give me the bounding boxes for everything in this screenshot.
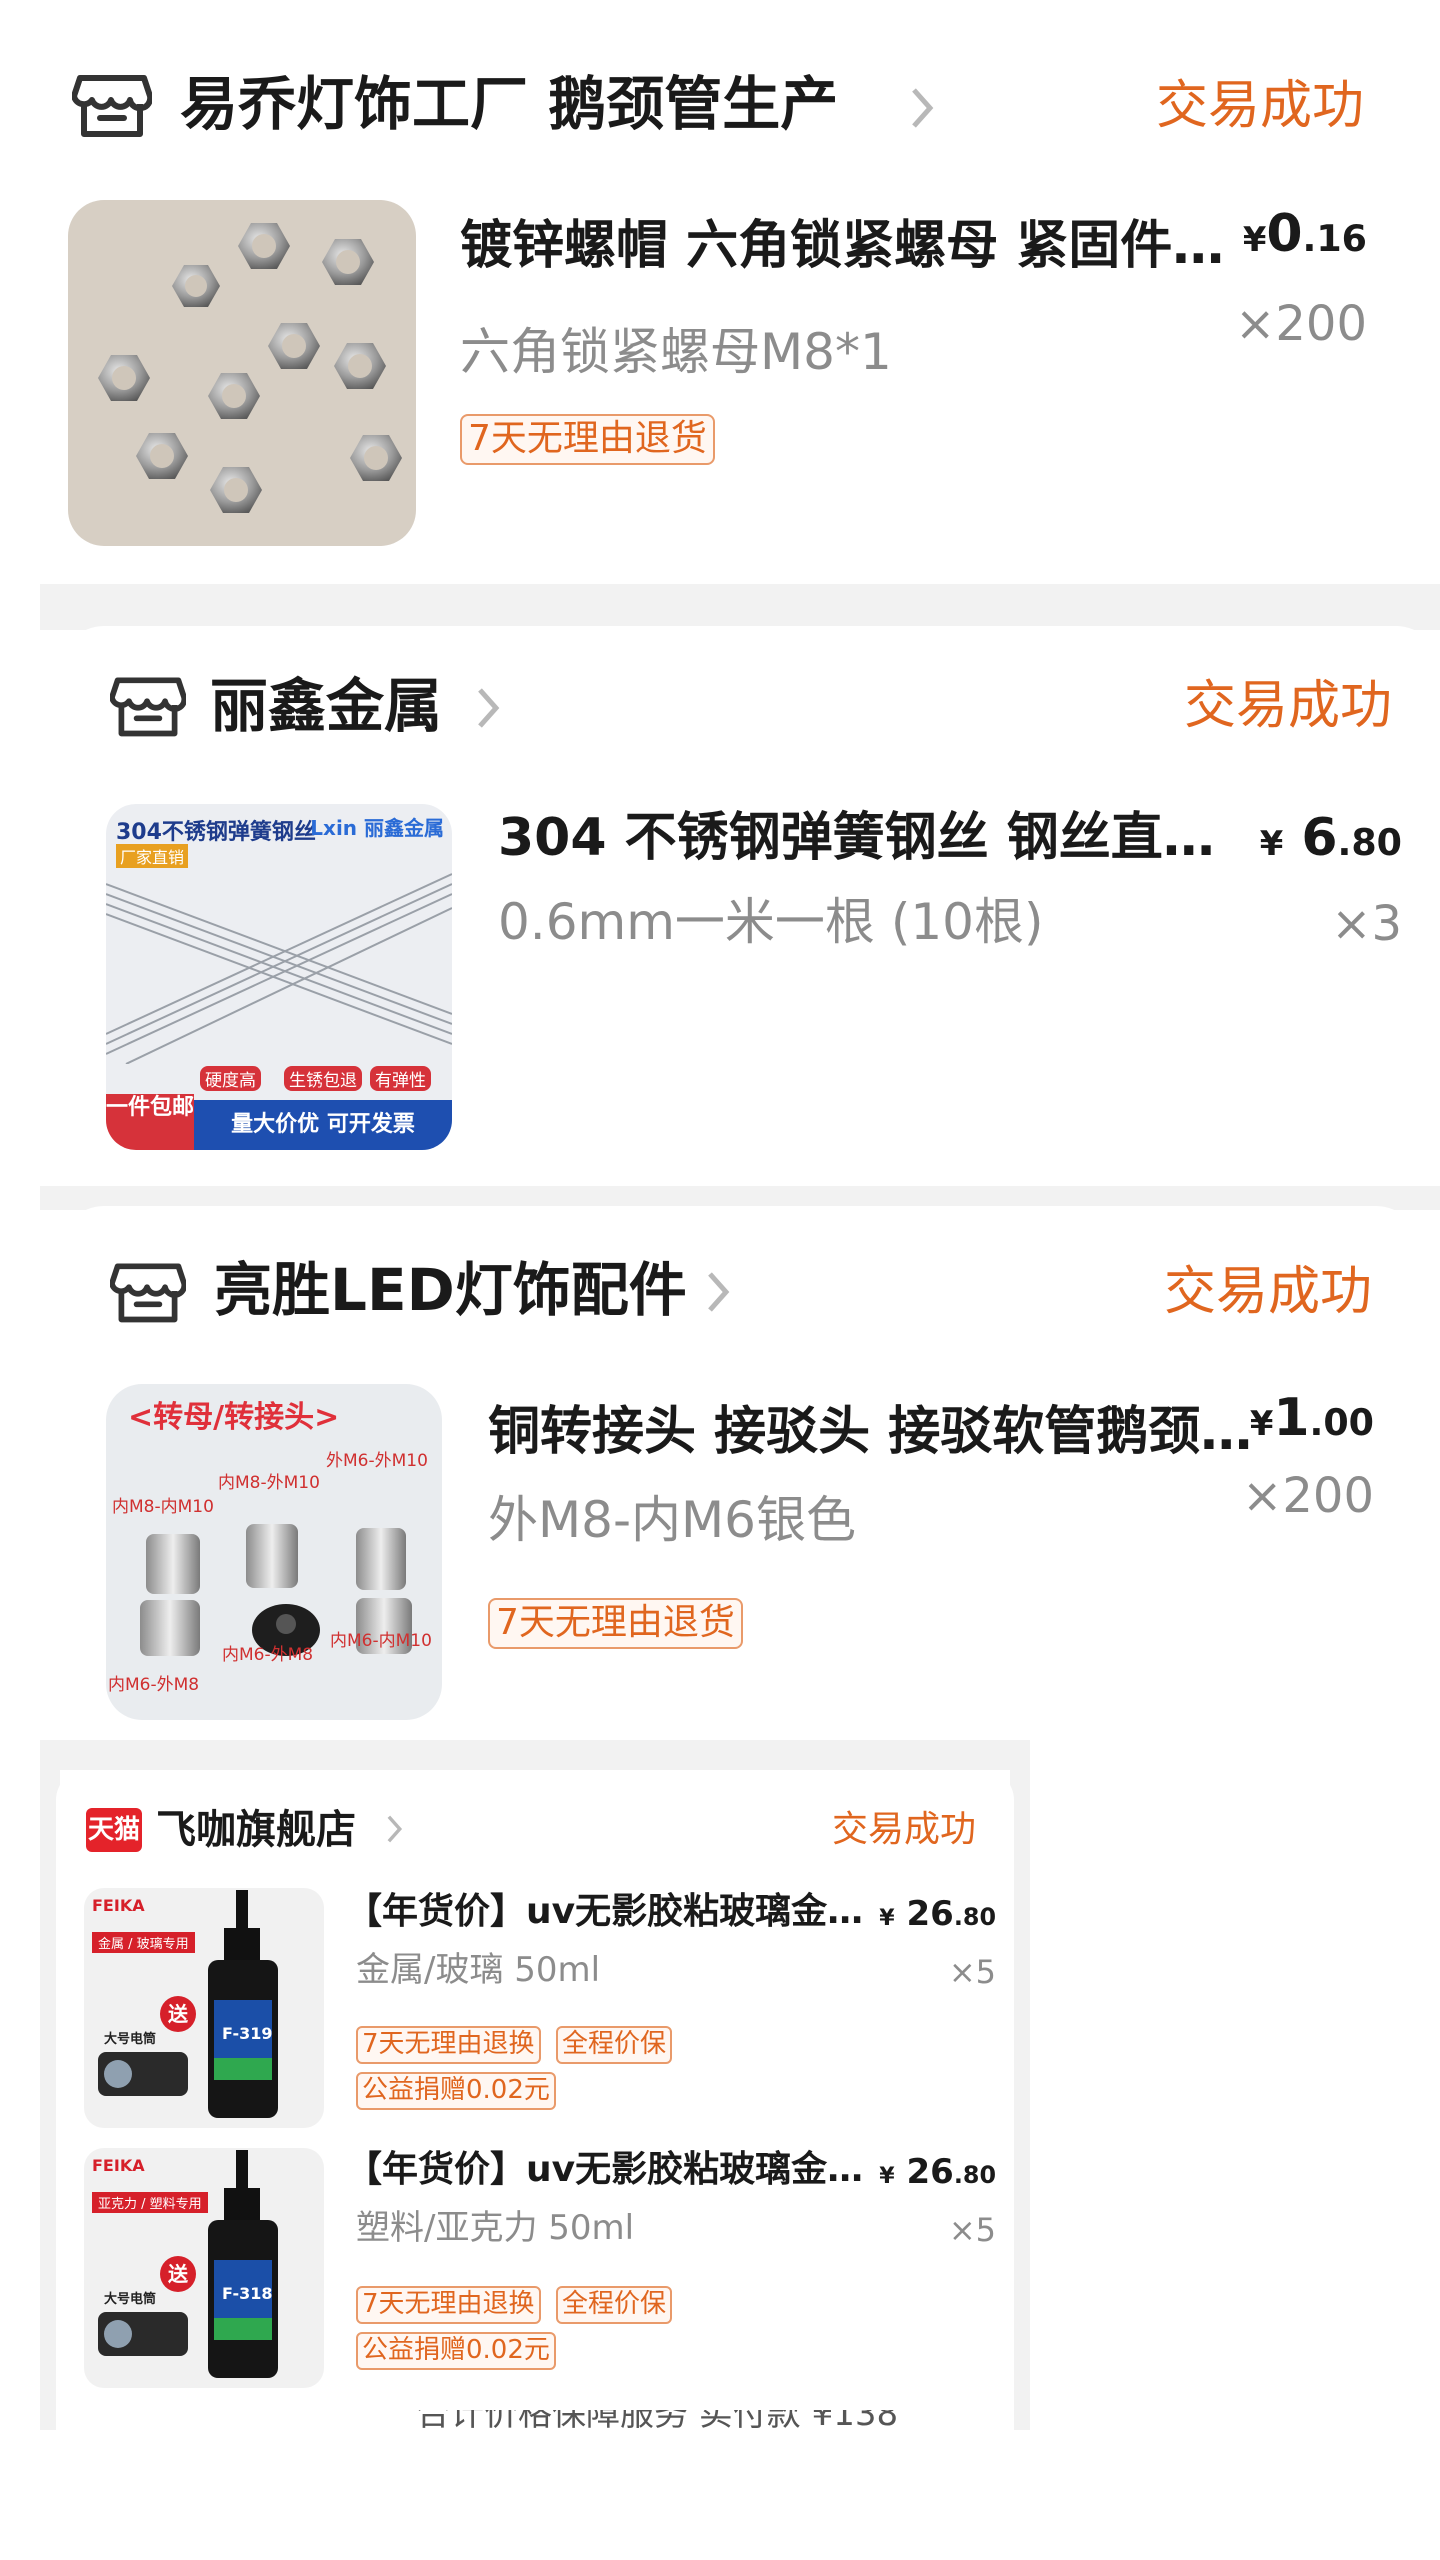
price-integer: 26 (906, 2152, 954, 2192)
chevron-right-icon[interactable] (476, 686, 502, 730)
product-price: ¥1.00 (1250, 1384, 1374, 1458)
image-label-1: 外M6-外M10 (326, 1451, 428, 1471)
product-variant: 六角锁紧螺母M8*1 (460, 323, 892, 381)
order-status: 交易成功 (1156, 76, 1365, 136)
image-banner: 304不锈钢弹簧钢丝 (116, 820, 316, 845)
product-title[interactable]: 铜转接头 接驳头 接驳软管鹅颈… (488, 1398, 1278, 1466)
image-label-2: 内M8-外M10 (218, 1473, 320, 1493)
product-quantity: ×200 (1235, 296, 1367, 352)
shop-icon (110, 677, 186, 737)
product-price: ¥ 6.80 (1260, 804, 1402, 878)
price-currency: ¥ (1242, 220, 1267, 259)
image-model: F-319 (222, 2024, 273, 2043)
product-variant: 塑料/亚克力 50ml (356, 2208, 635, 2248)
price-decimal: .80 (1337, 821, 1402, 864)
image-label-4: 内M6-内M10 (330, 1631, 432, 1651)
product-title[interactable]: 【年货价】uv无影胶粘玻璃金… (346, 1886, 866, 1938)
product-price: ¥ 26.80 (879, 2146, 996, 2202)
order-status: 交易成功 (1184, 676, 1393, 736)
image-bottom-bar: 量大价优 可开发票 (194, 1100, 452, 1150)
image-model: F-318 (222, 2284, 273, 2303)
order-card-3[interactable]: 亮胜LED灯饰配件 交易成功 <转母/转接头> 外M6-外M10 内M8-外M1… (60, 1206, 1420, 1746)
image-chip-rust: 生锈包退 (284, 1066, 362, 1091)
order-card-4[interactable]: 天猫 飞咖旗舰店 交易成功 FEIKA 金属 / 玻璃专用 送 大号电筒 F-3… (56, 1770, 1014, 2430)
image-brand: Lxin 丽鑫金属 (310, 816, 444, 840)
price-currency: ¥ (879, 2163, 895, 2189)
service-tag-return: 7天无理由退货 (460, 414, 715, 465)
service-tag-donation: 公益捐赠0.02元 (356, 2332, 556, 2370)
product-quantity: ×5 (948, 2211, 996, 2249)
shop-name[interactable]: 丽鑫金属 (210, 670, 442, 742)
product-quantity: ×5 (948, 1953, 996, 1991)
product-variant: 0.6mm一米一根 (10根) (498, 893, 1044, 951)
order-footer-partial: 合计价格保障服务 实付款 ¥138 (416, 2410, 899, 2430)
product-image-brass-adapter[interactable]: <转母/转接头> 外M6-外M10 内M8-外M10 内M8-内M10 内M6-… (106, 1384, 442, 1720)
product-quantity: ×3 (1331, 896, 1402, 952)
image-free-shipping: 一件包邮 (106, 1094, 194, 1150)
image-chip-elastic: 有弹性 (370, 1066, 431, 1091)
card-divider (40, 1740, 1030, 1770)
product-title[interactable]: 【年货价】uv无影胶粘玻璃金… (346, 2144, 866, 2196)
product-variant: 金属/玻璃 50ml (356, 1950, 601, 1990)
service-tag-price-protect: 全程价保 (556, 2286, 673, 2324)
price-decimal: .80 (953, 1903, 996, 1931)
product-title[interactable]: 304 不锈钢弹簧钢丝 钢丝直… (498, 804, 1278, 872)
price-decimal: .80 (953, 2161, 996, 2189)
order-status: 交易成功 (1164, 1262, 1373, 1322)
uv-glue-bottle (98, 1890, 278, 2118)
price-integer: 0 (1266, 204, 1303, 264)
chevron-right-icon[interactable] (386, 1814, 404, 1844)
price-currency: ¥ (879, 1905, 895, 1931)
image-chip-hard: 硬度高 (200, 1066, 261, 1091)
price-currency: ¥ (1259, 824, 1284, 863)
shop-icon (110, 1263, 186, 1323)
shop-name[interactable]: 易乔灯饰工厂 鹅颈管生产 (180, 68, 838, 140)
nut-cluster (98, 223, 402, 513)
price-decimal: .00 (1309, 1401, 1374, 1444)
price-currency: ¥ (1249, 1404, 1274, 1443)
image-header: <转母/转接头> (128, 1400, 340, 1435)
product-image-uv-glue-f319[interactable]: FEIKA 金属 / 玻璃专用 送 大号电筒 F-319 (84, 1888, 324, 2128)
price-integer: 26 (906, 1894, 954, 1934)
service-tag-return: 7天无理由退换 (356, 2026, 541, 2064)
wire-bundle (106, 873, 452, 1064)
image-label-6: 内M6-外M8 (108, 1675, 200, 1695)
service-tag-price-protect: 全程价保 (556, 2026, 673, 2064)
shop-name[interactable]: 飞咖旗舰店 (156, 1802, 356, 1858)
product-image-spring-wire[interactable]: 304不锈钢弹簧钢丝 Lxin 丽鑫金属 厂家直销 硬度高 生锈包退 有弹性 一… (106, 804, 452, 1150)
price-decimal: .16 (1302, 217, 1367, 260)
product-quantity: ×200 (1242, 1468, 1374, 1524)
product-title[interactable]: 镀锌螺帽 六角锁紧螺母 紧固件… (460, 212, 1265, 280)
order-card-1[interactable]: 易乔灯饰工厂 鹅颈管生产 交易成功 镀锌螺帽 六角锁紧螺母 紧固件… 六角锁紧螺… (20, 16, 1415, 576)
shop-name[interactable]: 亮胜LED灯饰配件 (214, 1254, 687, 1326)
chevron-right-icon[interactable] (910, 86, 936, 130)
order-card-2[interactable]: 丽鑫金属 交易成功 304不锈钢弹簧钢丝 Lxin 丽鑫金属 厂家直销 硬度高 … (60, 626, 1440, 1186)
service-tag-return: 7天无理由退换 (356, 2286, 541, 2324)
product-variant: 外M8-内M6银色 (488, 1491, 856, 1549)
order-status: 交易成功 (832, 1809, 977, 1850)
shop-icon (72, 75, 152, 137)
chevron-right-icon[interactable] (706, 1270, 732, 1314)
price-integer: 6 (1301, 808, 1338, 868)
tmall-badge: 天猫 (86, 1808, 142, 1852)
product-image-hex-nuts[interactable] (68, 200, 416, 546)
product-price: ¥ 26.80 (879, 1888, 996, 1944)
card-divider (40, 584, 1440, 630)
price-integer: 1 (1273, 1388, 1310, 1448)
image-label-5: 内M6-外M8 (222, 1645, 314, 1665)
service-tag-donation: 公益捐赠0.02元 (356, 2072, 556, 2110)
product-price: ¥0.16 (1243, 200, 1367, 274)
service-tag-return: 7天无理由退货 (488, 1598, 743, 1649)
product-image-uv-glue-f318[interactable]: FEIKA 亚克力 / 塑料专用 送 大号电筒 F-318 (84, 2148, 324, 2388)
uv-glue-bottle (98, 2150, 278, 2378)
